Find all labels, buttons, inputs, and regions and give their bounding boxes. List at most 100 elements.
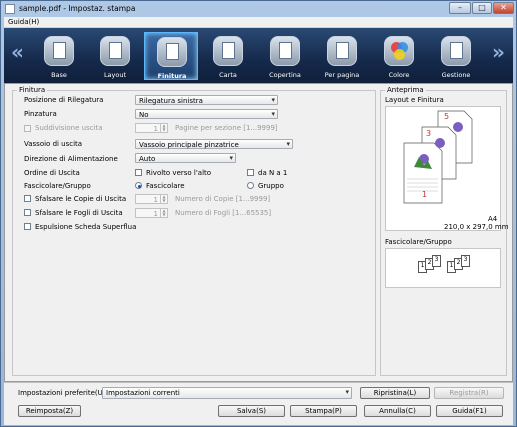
- collate-page: 3: [432, 255, 441, 267]
- preferiti-label: Impostazioni preferite(U): [18, 389, 106, 397]
- settings-panel: Finitura Posizione di Rilegatura Rilegat…: [4, 83, 513, 382]
- sfalsare-copie-checkbox[interactable]: [24, 195, 31, 202]
- tab-copertina[interactable]: Copertina: [258, 32, 312, 80]
- layout-finitura-title: Layout e Finitura: [385, 96, 444, 104]
- collate-page: 3: [461, 255, 470, 267]
- direzione-label: Direzione di Alimentazione: [24, 155, 118, 163]
- spin-arrows-icon: ▲ ▼: [160, 195, 167, 203]
- posizione-rilegatura-select[interactable]: Rilegatura sinistra ▾: [135, 95, 278, 105]
- tab-finitura[interactable]: Finitura: [144, 32, 198, 80]
- chevron-down-icon: ▾: [271, 96, 275, 104]
- tab-gestione-label: Gestione: [441, 71, 471, 79]
- close-button[interactable]: ✕: [493, 2, 514, 14]
- sfalsare-copie-stepper[interactable]: 1 ▲ ▼: [135, 194, 168, 204]
- pdf-app-icon: [5, 4, 15, 14]
- preferiti-value: Impostazioni correnti: [106, 389, 180, 397]
- sfalsare-copie-value: 1: [153, 196, 158, 204]
- color-icon: [384, 36, 414, 66]
- tab-carta-label: Carta: [219, 71, 237, 79]
- preferiti-select[interactable]: Impostazioni correnti ▾: [102, 387, 352, 399]
- menu-help[interactable]: Guida(H): [8, 18, 39, 26]
- tab-carta[interactable]: Carta: [201, 32, 255, 80]
- sfalsare-fogli-checkbox[interactable]: [24, 209, 31, 216]
- ordine-label: Ordine di Uscita: [24, 169, 80, 177]
- gruppo-radio[interactable]: [247, 182, 254, 189]
- direzione-select[interactable]: Auto ▾: [135, 153, 236, 163]
- tab-base-label: Base: [51, 71, 67, 79]
- suddivisione-value: 1: [153, 125, 158, 133]
- vassoio-value: Vassoio principale pinzatrice: [139, 141, 239, 149]
- sfalsare-fogli-stepper[interactable]: 1 ▲ ▼: [135, 208, 168, 218]
- spin-arrows-icon: ▲ ▼: [160, 209, 167, 217]
- suddivisione-checkbox[interactable]: [24, 125, 31, 132]
- bottom-bar: Impostazioni preferite(U) Impostazioni c…: [4, 382, 513, 425]
- espulsione-label: Espulsione Scheda Superflua: [35, 223, 137, 231]
- direzione-value: Auto: [139, 155, 156, 163]
- da-n-a-1-checkbox[interactable]: [247, 169, 254, 176]
- chevron-down-icon: ▾: [345, 388, 349, 396]
- pinzatura-select[interactable]: No ▾: [135, 109, 278, 119]
- finishing-icon: [157, 37, 187, 67]
- fascicolare-preview-title: Fascicolare/Gruppo: [385, 238, 452, 246]
- suddivisione-label: Suddivisione uscita: [35, 124, 103, 132]
- spin-arrows-icon: ▲ ▼: [160, 124, 167, 132]
- layout-icon: [100, 36, 130, 66]
- scroll-left-icon[interactable]: «: [11, 42, 24, 62]
- fascicolare-radio[interactable]: [135, 182, 142, 189]
- espulsione-checkbox[interactable]: [24, 223, 31, 230]
- stampa-button[interactable]: Stampa(P): [290, 405, 357, 417]
- sfalsare-copie-suffix: Numero di Copie [1...9999]: [175, 195, 271, 203]
- tab-colore[interactable]: Colore: [372, 32, 426, 80]
- print-settings-window: sample.pdf - Impostaz. stampa – □ ✕ Guid…: [0, 0, 517, 427]
- tab-colore-label: Colore: [388, 71, 410, 79]
- fascicolare-label: Fascicolare/Gruppo: [24, 182, 91, 190]
- tab-layout[interactable]: Layout: [88, 32, 142, 80]
- category-toolbar: « Base Layout Finitura Carta Copertina P…: [4, 28, 513, 83]
- tab-base[interactable]: Base: [32, 32, 86, 80]
- annulla-button[interactable]: Annulla(C): [364, 405, 431, 417]
- gruppo-option: Gruppo: [258, 182, 284, 190]
- menu-bar: Guida(H): [4, 17, 513, 28]
- tab-layout-label: Layout: [103, 71, 127, 79]
- rivolto-label: Rivolto verso l'alto: [146, 169, 212, 177]
- paper-name: A4: [488, 215, 498, 223]
- stacked-pages-preview: [403, 110, 473, 204]
- window-title: sample.pdf - Impostaz. stampa: [19, 4, 136, 13]
- maximize-button[interactable]: □: [472, 2, 492, 14]
- sfalsare-fogli-suffix: Numero di Fogli [1...65535]: [175, 209, 272, 217]
- layout-preview: 5 3 1 A4 210,0 x 297,0 mm: [385, 106, 509, 231]
- tab-per-pagina[interactable]: Per pagina: [315, 32, 369, 80]
- rivolto-checkbox[interactable]: [135, 169, 142, 176]
- registra-button[interactable]: Registra(R): [434, 387, 504, 399]
- tab-gestione[interactable]: Gestione: [429, 32, 483, 80]
- fascicolare-option: Fascicolare: [146, 182, 185, 190]
- page-number-3: 3: [426, 129, 432, 138]
- chevron-down-icon: ▾: [271, 110, 275, 118]
- fascicolare-preview: 1 2 3 1 2 3: [385, 248, 501, 288]
- finitura-group: Finitura: [12, 86, 376, 376]
- guida-button[interactable]: Guida(F1): [436, 405, 503, 417]
- posizione-rilegatura-value: Rilegatura sinistra: [139, 97, 203, 105]
- title-bar: sample.pdf - Impostaz. stampa – □ ✕: [1, 1, 516, 17]
- minimize-button[interactable]: –: [449, 2, 471, 14]
- suddivisione-stepper[interactable]: 1 ▲ ▼: [135, 123, 168, 133]
- salva-button[interactable]: Salva(S): [218, 405, 285, 417]
- per-page-icon: [327, 36, 357, 66]
- chevron-down-icon: ▾: [229, 154, 233, 162]
- vassoio-select[interactable]: Vassoio principale pinzatrice ▾: [135, 139, 293, 149]
- tab-copertina-label: Copertina: [269, 71, 301, 79]
- sfalsare-copie-label: Sfalsare le Copie di Uscita: [35, 195, 127, 203]
- reimposta-button[interactable]: Reimposta(Z): [18, 405, 81, 417]
- scroll-right-icon[interactable]: »: [492, 42, 505, 62]
- tab-per-pagina-label: Per pagina: [324, 71, 360, 79]
- chevron-down-icon: ▾: [286, 140, 290, 148]
- paper-size: 210,0 x 297,0 mm: [444, 223, 509, 231]
- posizione-rilegatura-label: Posizione di Rilegatura: [24, 96, 104, 104]
- pinzatura-value: No: [139, 111, 149, 119]
- suddivisione-suffix: Pagine per sezione [1...9999]: [175, 124, 278, 132]
- ripristina-button[interactable]: Ripristina(L): [360, 387, 430, 399]
- tab-finitura-label: Finitura: [157, 72, 187, 80]
- finitura-group-title: Finitura: [17, 86, 48, 94]
- da-n-a-1-label: da N a 1: [258, 169, 288, 177]
- pinzatura-label: Pinzatura: [24, 110, 57, 118]
